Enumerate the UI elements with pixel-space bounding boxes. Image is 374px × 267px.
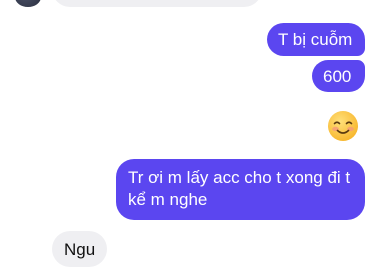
contact-avatar[interactable] <box>15 0 41 7</box>
message-text: 600 <box>323 67 352 86</box>
sent-message-bubble[interactable]: T bị cuỗm <box>267 23 365 56</box>
received-message-bubble[interactable]: Ngu <box>52 231 107 267</box>
sent-message-bubble[interactable]: Tr ơi m lấy acc cho t xong đi t kể m ngh… <box>116 159 365 220</box>
message-text: Tr ơi m lấy acc cho t xong đi t kể m ngh… <box>128 168 351 209</box>
message-text: Ngu <box>64 240 96 259</box>
sent-message-bubble[interactable]: 600 <box>312 60 365 92</box>
received-message-bubble-partial[interactable] <box>52 0 262 7</box>
smiling-face-emoji-icon[interactable] <box>327 110 359 142</box>
message-text: T bị cuỗm <box>278 30 353 49</box>
